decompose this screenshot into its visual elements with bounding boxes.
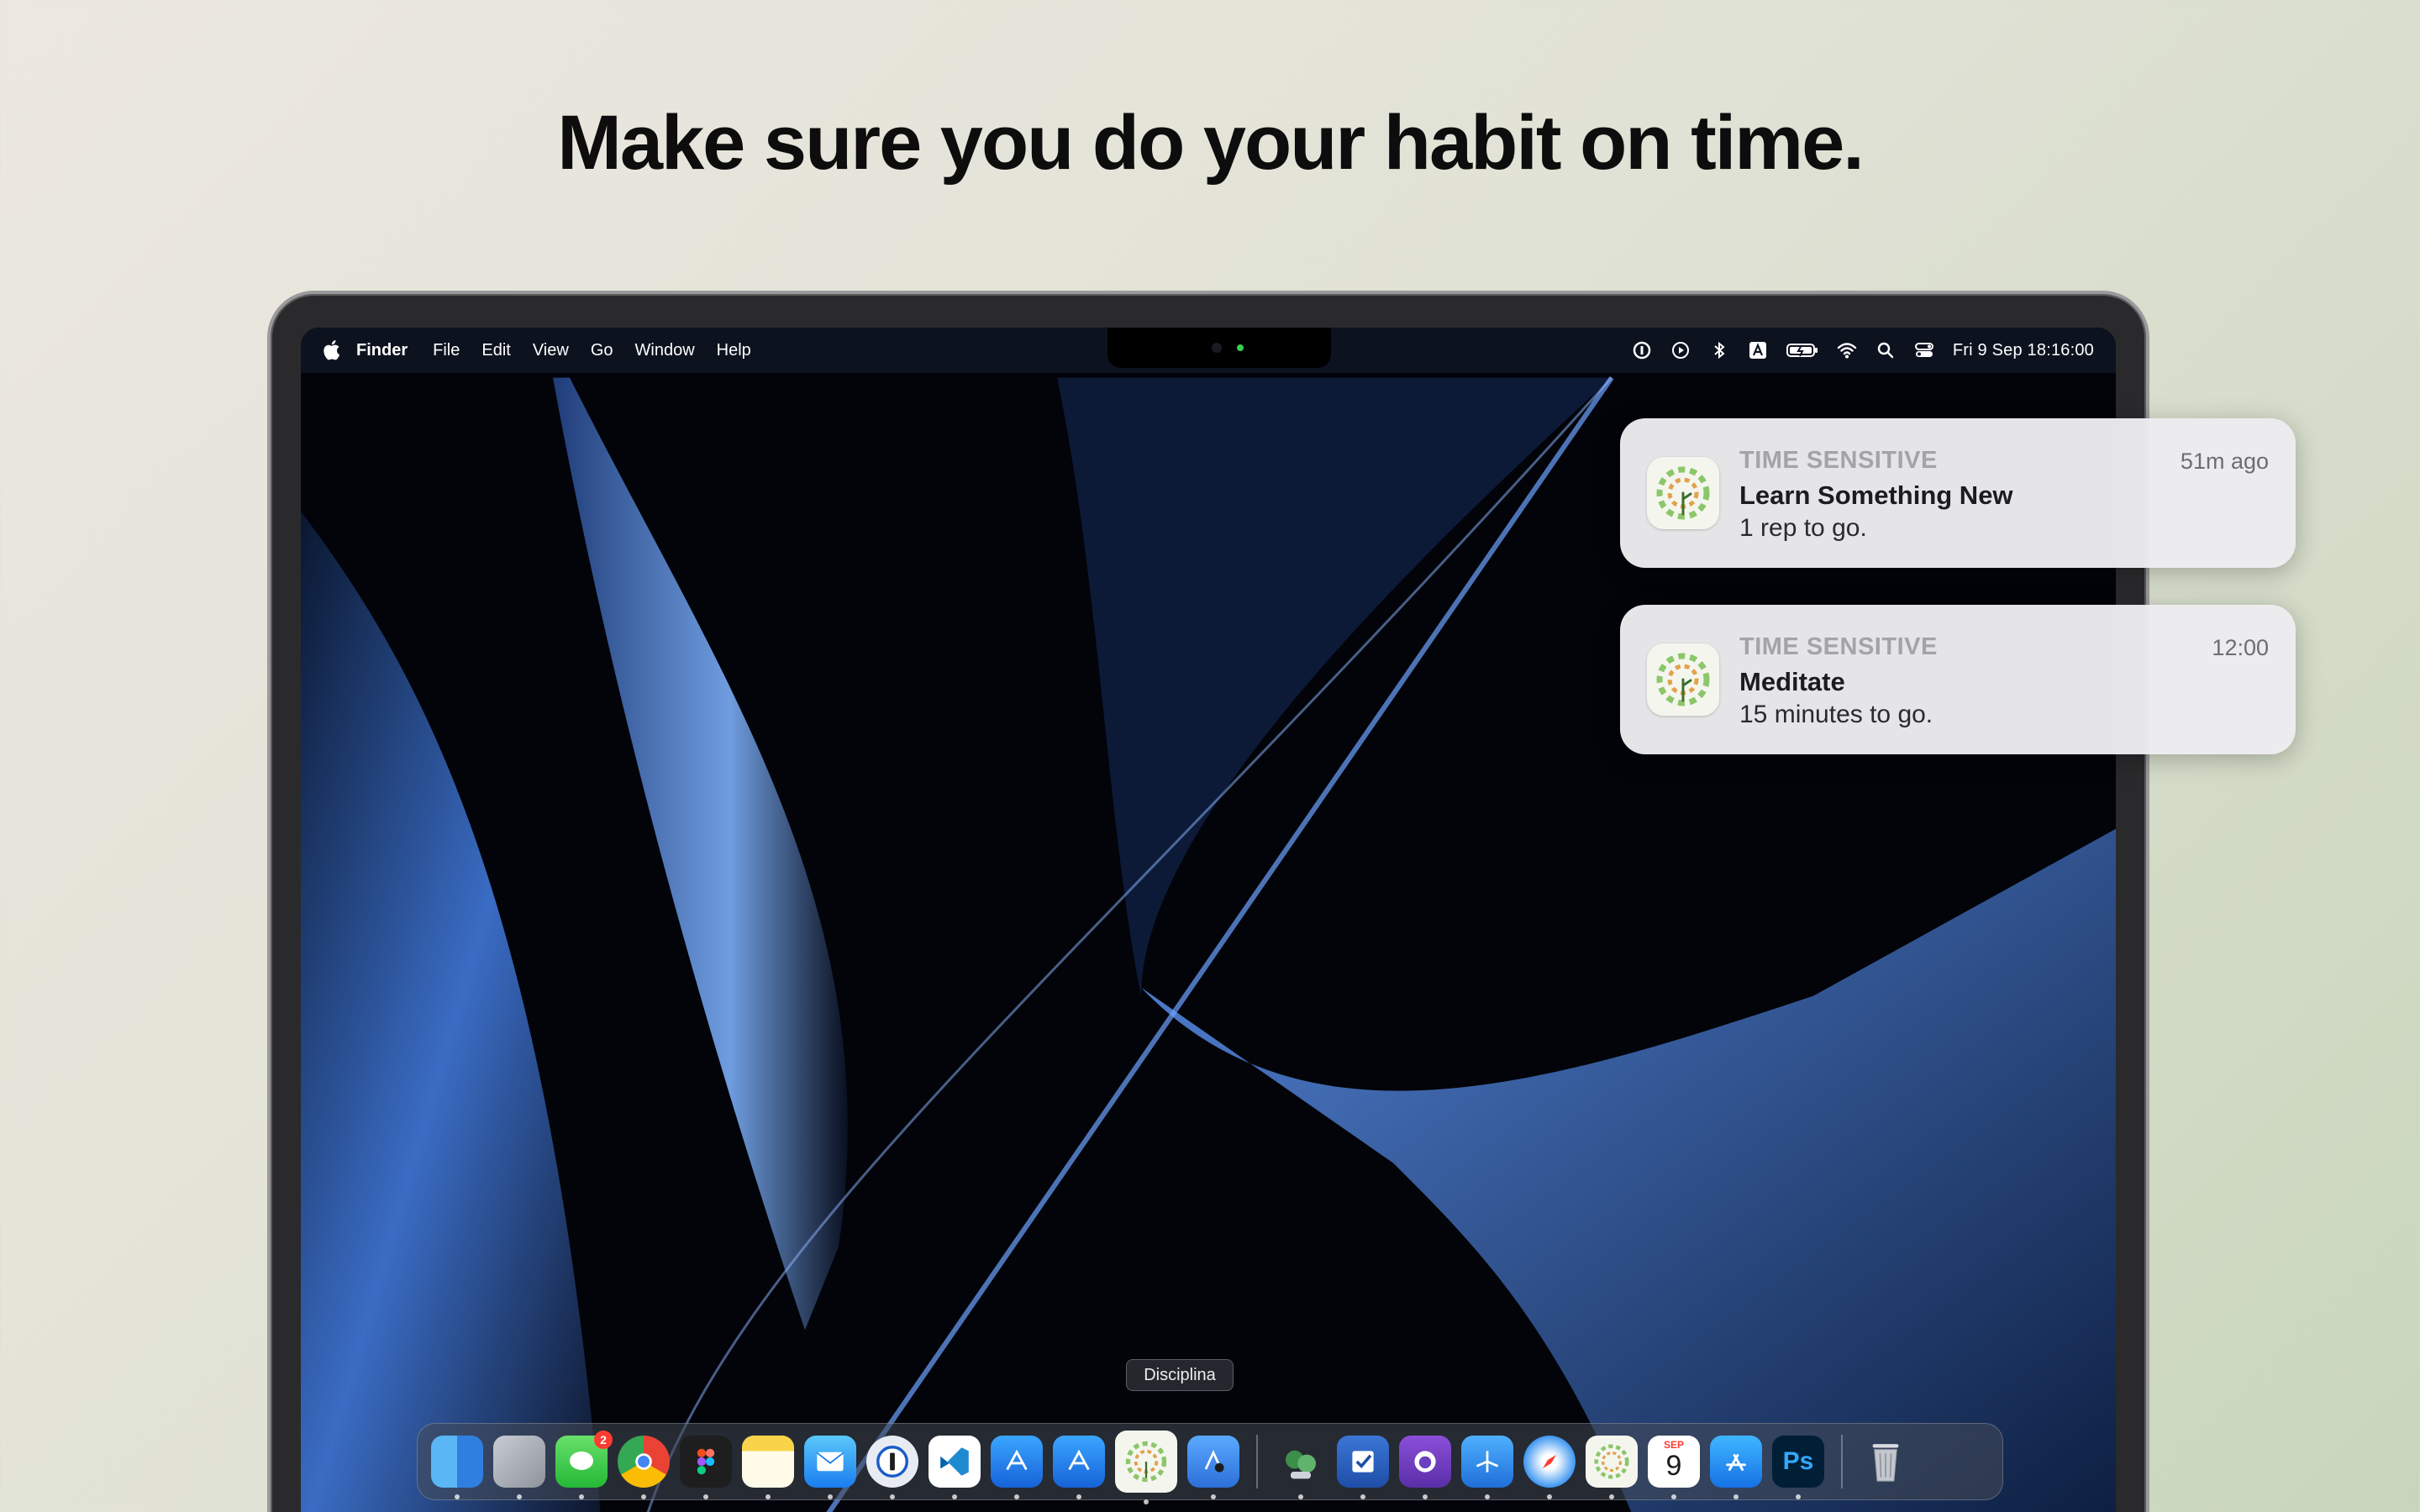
- finder-icon[interactable]: [431, 1436, 483, 1499]
- menubar-clock[interactable]: Fri 9 Sep 18:16:00: [1953, 341, 2094, 360]
- headline: Make sure you do your habit on time.: [557, 100, 1865, 186]
- bluetooth-icon[interactable]: [1709, 340, 1729, 360]
- app-menu-finder[interactable]: Finder: [356, 341, 408, 360]
- mail-icon[interactable]: [804, 1436, 856, 1499]
- dock-tooltip: Disciplina: [1126, 1359, 1234, 1391]
- camera-notch: [1107, 328, 1331, 368]
- messages-icon[interactable]: 2: [555, 1431, 613, 1499]
- dock-separator: [1841, 1435, 1843, 1488]
- notification-time: 51m ago: [2180, 449, 2269, 474]
- instruments-icon[interactable]: [1187, 1436, 1239, 1499]
- notification-label: TIME SENSITIVE: [1739, 447, 1938, 474]
- menu-file[interactable]: File: [433, 341, 460, 360]
- play-icon[interactable]: [1670, 340, 1691, 360]
- notification-label: TIME SENSITIVE: [1739, 633, 1938, 660]
- simulator-icon[interactable]: [1275, 1436, 1327, 1499]
- control-center-icon[interactable]: [1914, 340, 1934, 360]
- notification-title: Meditate: [1739, 667, 1845, 696]
- photoshop-label: Ps: [1782, 1447, 1814, 1475]
- apple-icon[interactable]: [323, 339, 343, 362]
- app-store-icon[interactable]: [1710, 1436, 1762, 1499]
- calendar-month: SEP: [1663, 1439, 1684, 1451]
- input-source-icon[interactable]: [1748, 340, 1768, 360]
- disciplina-app-icon: [1647, 643, 1719, 716]
- camera: [1212, 343, 1222, 353]
- github-desktop-icon[interactable]: [1399, 1436, 1451, 1499]
- chrome-icon[interactable]: [618, 1436, 670, 1499]
- disciplina-2-icon[interactable]: [1586, 1436, 1638, 1499]
- notification-learn-something-new[interactable]: TIME SENSITIVE 51m ago Learn Something N…: [1620, 418, 2296, 568]
- camera-indicator-light: [1237, 344, 1244, 351]
- battery-icon[interactable]: [1786, 340, 1818, 360]
- notes-icon[interactable]: [742, 1436, 794, 1499]
- search-icon[interactable]: [1876, 340, 1896, 360]
- menu-help[interactable]: Help: [717, 341, 751, 360]
- testflight-icon[interactable]: [1461, 1436, 1513, 1499]
- menu-go[interactable]: Go: [591, 341, 613, 360]
- figma-icon[interactable]: [680, 1436, 732, 1499]
- disciplina-app-icon: [1647, 457, 1719, 529]
- trash-icon[interactable]: [1860, 1436, 1912, 1488]
- menu-window[interactable]: Window: [635, 341, 695, 360]
- xcode-beta-icon[interactable]: [1053, 1436, 1105, 1499]
- onepassword-app-icon[interactable]: [866, 1436, 918, 1499]
- omnifocus-icon[interactable]: [1337, 1436, 1389, 1499]
- notification-body: 15 minutes to go.: [1739, 701, 1933, 728]
- notification-time: 12:00: [2212, 635, 2269, 660]
- safari-icon[interactable]: [1523, 1436, 1576, 1499]
- menu-view[interactable]: View: [533, 341, 569, 360]
- xcode-icon[interactable]: [991, 1436, 1043, 1499]
- notification-meditate[interactable]: TIME SENSITIVE 12:00 Meditate 15 minutes…: [1620, 605, 2296, 754]
- messages-badge: 2: [594, 1431, 613, 1449]
- menu-edit[interactable]: Edit: [481, 341, 510, 360]
- calendar-icon[interactable]: SEP 9: [1648, 1436, 1700, 1499]
- photoshop-icon[interactable]: Ps: [1772, 1436, 1824, 1499]
- disciplina-dock-icon[interactable]: [1115, 1431, 1177, 1504]
- dock: 2 SEP 9 Ps: [417, 1423, 2003, 1504]
- launchpad-icon[interactable]: [493, 1436, 545, 1499]
- notification-body: 1 rep to go.: [1739, 514, 1867, 542]
- calendar-day: 9: [1665, 1450, 1682, 1482]
- wifi-icon[interactable]: [1837, 340, 1857, 360]
- vscode-icon[interactable]: [929, 1436, 981, 1499]
- notification-title: Learn Something New: [1739, 480, 2013, 510]
- onepassword-icon[interactable]: [1632, 340, 1652, 360]
- dock-separator: [1256, 1435, 1258, 1488]
